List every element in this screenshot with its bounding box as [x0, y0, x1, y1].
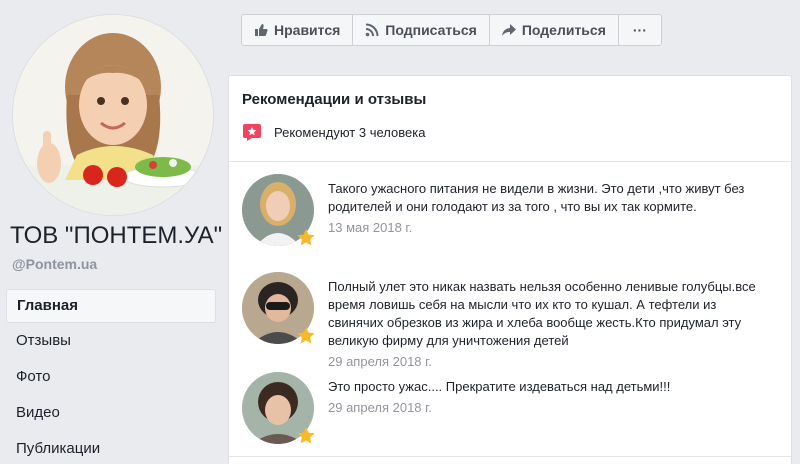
review-content: Такого ужасного питания не видели в жизн… — [328, 180, 768, 237]
review-text: Такого ужасного питания не видели в жизн… — [328, 181, 745, 214]
review-date[interactable]: 29 апреля 2018 г. — [328, 353, 768, 371]
reviews-title[interactable]: Рекомендации и отзывы — [242, 91, 426, 108]
recommend-summary: Рекомендуют 3 человека — [242, 122, 425, 142]
thumbs-up-icon — [254, 23, 268, 37]
star-badge-icon — [296, 326, 316, 346]
review-text: Это просто ужас.... Прекратите издеватьс… — [328, 379, 671, 394]
review-content: Полный улет это никак назвать нельзя осо… — [328, 278, 768, 371]
recommend-count-text: Рекомендуют 3 человека — [274, 124, 426, 140]
recommend-icon — [242, 122, 262, 142]
share-button[interactable]: Поделиться — [488, 14, 619, 46]
divider — [229, 161, 791, 162]
share-label: Поделиться — [521, 22, 606, 38]
nav-item-photos[interactable]: Фото — [6, 359, 216, 395]
like-button[interactable]: Нравится — [241, 14, 354, 46]
nav-item-posts[interactable]: Публикации — [6, 431, 216, 464]
review-content: Это просто ужас.... Прекратите издеватьс… — [328, 378, 768, 417]
more-button[interactable]: ··· — [617, 14, 662, 46]
action-bar: Нравится Подписаться Поделиться ··· — [241, 14, 662, 46]
page-name[interactable]: ТОВ "ПОНТЕМ.УА" — [10, 222, 222, 250]
follow-button[interactable]: Подписаться — [352, 14, 490, 46]
rss-icon — [365, 23, 379, 37]
review-date[interactable]: 29 апреля 2018 г. — [328, 399, 768, 417]
left-column: ТОВ "ПОНТЕМ.УА" @Pontem.ua Главная Отзыв… — [0, 0, 228, 464]
nav-item-videos[interactable]: Видео — [6, 395, 216, 431]
page-nav: Главная Отзывы Фото Видео Публикации — [6, 289, 216, 464]
nav-item-reviews[interactable]: Отзывы — [6, 323, 216, 359]
profile-picture[interactable] — [12, 14, 214, 216]
reviews-card: Рекомендации и отзывы Рекомендуют 3 чело… — [228, 75, 792, 464]
like-label: Нравится — [274, 22, 341, 38]
star-badge-icon — [296, 426, 316, 446]
divider — [229, 456, 791, 457]
review-date[interactable]: 13 мая 2018 г. — [328, 219, 768, 237]
nav-item-home[interactable]: Главная — [6, 289, 216, 323]
review-text: Полный улет это никак назвать нельзя осо… — [328, 279, 756, 348]
page-handle[interactable]: @Pontem.ua — [12, 256, 97, 272]
follow-label: Подписаться — [385, 22, 477, 38]
share-arrow-icon — [501, 23, 516, 37]
star-badge-icon — [296, 228, 316, 248]
